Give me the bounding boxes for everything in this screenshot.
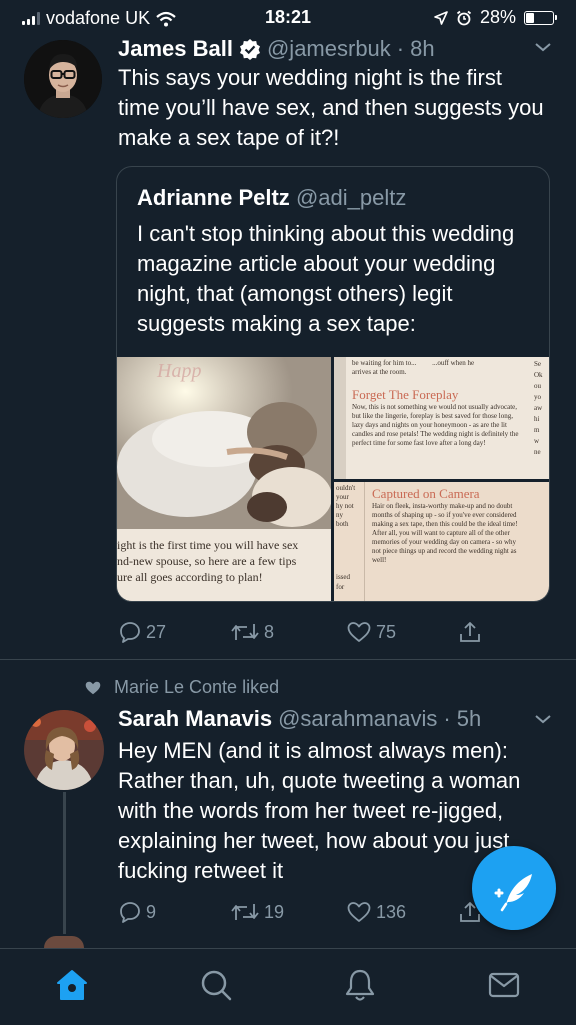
separator-dot: · [396,36,405,61]
page-heading-foreplay: Forget The Foreplay [352,387,459,402]
author-handle[interactable]: @sarahmanavis [278,706,437,732]
page-heading-camera: Captured on Camera [372,486,480,501]
media-photo-left[interactable]: Happ ight is the first time you will hav… [117,357,331,601]
quoted-author-handle: @adi_peltz [295,185,407,210]
tweet-text: This says your wedding night is the firs… [118,65,544,150]
quoted-tweet[interactable]: Adrianne Peltz @adi_peltz I can't stop t… [116,166,550,602]
page-body-camera: Hair on fleek, insta-worthy make-up and … [372,502,518,564]
next-tweet-avatar[interactable] [44,936,84,948]
compose-tweet-icon [494,874,532,912]
thread-line [63,792,66,934]
heart-small-icon [85,681,101,694]
reply-button[interactable]: 9 [118,900,156,924]
reply-icon [120,622,140,643]
tweet-time: 5h [456,706,482,731]
like-icon [347,902,371,922]
tab-home[interactable] [54,967,90,1003]
tab-notifications[interactable] [342,967,378,1003]
svg-text:Happ: Happ [156,360,201,382]
share-icon [460,622,480,642]
like-icon [347,622,371,642]
retweet-count: 19 [264,901,285,922]
author-handle[interactable]: @jamesrbuk [267,36,391,62]
tweet-divider [0,659,576,660]
chevron-down-icon[interactable] [533,712,553,726]
like-count: 136 [376,901,407,922]
media-page-bottom-right[interactable]: ouldn't your hy not ny both issed for Ca… [334,482,549,601]
bottom-tab-bar [0,948,576,1025]
photo-caption: ight is the first time you will have sex… [117,538,299,584]
avatar[interactable] [24,40,102,118]
separator-dot: · [443,706,451,731]
author-name[interactable]: James Ball [118,36,233,62]
tweet-actions: 27 8 75 [118,620,538,646]
quoted-text: I can't stop thinking about this wedding… [137,221,515,336]
author-name[interactable]: Sarah Manavis [118,706,272,732]
retweet-icon [231,904,259,920]
page-left-fragments-2: issed for [336,573,350,591]
reply-icon [120,902,140,923]
share-button[interactable] [458,620,482,644]
page-right-fragments: Se Ok ou yo aw hi m w ne [534,360,543,456]
like-button[interactable]: 75 [346,620,396,644]
notifications-icon [345,969,375,1001]
page-top-snippet: be waiting for him to... ...ouff when he… [352,359,475,376]
page-body-foreplay: Now, this is not something we would not … [352,403,519,447]
retweet-icon [231,624,259,640]
search-icon [201,970,232,1001]
tweet-james-ball[interactable]: James Ball @jamesrbuk · 8h This says you… [0,0,576,660]
reply-count: 27 [146,621,167,642]
reply-button[interactable]: 27 [118,620,166,644]
tab-search[interactable] [198,967,234,1003]
messages-icon [488,972,520,998]
like-count: 75 [376,621,397,642]
retweet-button[interactable]: 19 [230,900,284,924]
liked-by-text: Marie Le Conte liked [114,677,280,697]
quoted-author-name: Adrianne Peltz [137,185,290,210]
social-context[interactable]: Marie Le Conte liked [84,677,279,698]
reply-count: 9 [146,901,157,922]
verified-badge-icon [239,39,260,60]
home-icon [57,970,87,1000]
like-button[interactable]: 136 [346,900,406,924]
retweet-count: 8 [264,621,275,642]
media-page-top-right[interactable]: be waiting for him to... ...ouff when he… [334,357,549,479]
tab-messages[interactable] [486,967,522,1003]
chevron-down-icon[interactable] [533,40,553,54]
avatar[interactable] [24,710,104,790]
compose-tweet-button[interactable] [472,846,556,930]
retweet-button[interactable]: 8 [230,620,274,644]
tweet-time: 8h [410,36,435,61]
page-left-fragments: ouldn't your hy not ny both [336,484,356,528]
